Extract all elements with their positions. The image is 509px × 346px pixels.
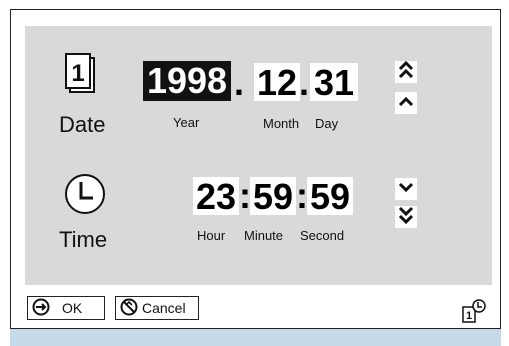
date-label: Date [59, 112, 106, 137]
month-label: Month [263, 116, 300, 131]
date-separator: . [234, 62, 245, 103]
second-label: Second [300, 228, 345, 243]
cancel-label: Cancel [142, 300, 186, 316]
decrease-button[interactable] [395, 178, 417, 200]
ok-icon [32, 298, 50, 319]
hour-field[interactable]: 23 [193, 177, 239, 217]
bottom-strip [10, 329, 501, 346]
second-field[interactable]: 59 [307, 177, 353, 217]
hour-label: Hour [197, 228, 226, 243]
fast-decrease-button[interactable] [395, 206, 417, 228]
month-field[interactable]: 12 [254, 63, 300, 103]
day-field[interactable]: 31 [310, 63, 358, 103]
day-label: Day [315, 116, 339, 131]
chevron-up-icon [398, 94, 414, 112]
increase-button[interactable] [395, 92, 417, 114]
double-chevron-down-icon [398, 206, 414, 229]
chevron-down-icon [398, 180, 414, 198]
cancel-icon [120, 298, 138, 319]
ok-button[interactable]: OK [27, 296, 105, 320]
year-label: Year [173, 115, 200, 130]
fast-increase-button[interactable] [395, 60, 417, 84]
minute-label: Minute [244, 228, 284, 243]
cancel-button[interactable]: Cancel [115, 296, 199, 320]
calendar-clock-icon[interactable]: 1 [461, 298, 487, 324]
calendar-icon: 1 [63, 52, 99, 100]
time-label: Time [59, 227, 108, 252]
settings-panel: 1 Date 1998 . 12 . 31 Year Month Day Tim… [25, 26, 492, 285]
clock-icon [63, 172, 107, 216]
double-chevron-up-icon [398, 60, 414, 84]
year-field[interactable]: 1998 [143, 61, 231, 101]
svg-text:1: 1 [466, 310, 472, 322]
date-separator: . [299, 62, 310, 103]
svg-text:1: 1 [71, 60, 84, 87]
minute-field[interactable]: 59 [250, 177, 296, 217]
ok-label: OK [62, 300, 83, 316]
